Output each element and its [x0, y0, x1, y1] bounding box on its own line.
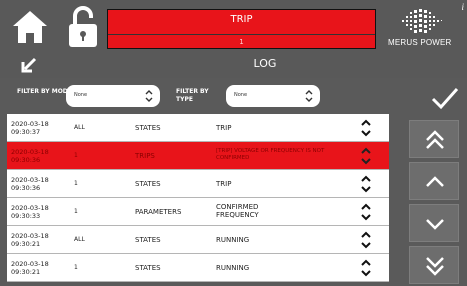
type-filter-select[interactable]: None	[226, 85, 320, 107]
page-title: LOG	[253, 57, 277, 70]
log-timestamp: 2020-03-18 09:30:33	[11, 204, 49, 220]
log-row[interactable]: 2020-03-18 09:30:37 ALL STATES TRIP	[7, 114, 389, 142]
merus-power-logo: i MERUS POWER	[388, 2, 466, 50]
home-button[interactable]	[10, 8, 50, 46]
log-message: RUNNING	[216, 264, 250, 272]
chevron-up-icon	[426, 176, 444, 187]
select-chevron-icon	[145, 90, 153, 102]
expand-arrows-icon[interactable]	[359, 201, 373, 223]
scroll-panel	[400, 114, 467, 286]
logo-text: MERUS POWER	[388, 38, 452, 47]
expand-arrows-icon[interactable]	[359, 229, 373, 251]
info-icon[interactable]: i	[461, 2, 464, 12]
log-category: STATES	[135, 180, 161, 188]
log-category: STATES	[135, 236, 161, 244]
scroll-top-button[interactable]	[409, 120, 459, 158]
log-message: [TRIP] VOLTAGE OR FREQUENCY IS NOT CONFI…	[216, 148, 325, 161]
page-header: LOG	[0, 52, 467, 78]
logo-mark-icon	[402, 9, 442, 33]
log-category: STATES	[135, 124, 161, 132]
filter-bar: FILTER BY MODULE None FILTER BY TYPE Non…	[0, 78, 467, 114]
home-icon	[13, 11, 47, 43]
log-row[interactable]: 2020-03-18 09:30:21 1 STATES RUNNING	[7, 254, 389, 282]
log-row[interactable]: 2020-03-18 09:30:33 1 PARAMETERS CONFIRME…	[7, 198, 389, 226]
log-message: RUNNING	[216, 236, 250, 244]
expand-arrows-icon[interactable]	[359, 257, 373, 279]
log-category: TRIPS	[135, 152, 155, 160]
double-chevron-down-icon	[426, 257, 444, 276]
log-table: 2020-03-18 09:30:37 ALL STATES TRIP 2020-…	[7, 114, 389, 286]
expand-arrows-icon[interactable]	[359, 145, 373, 167]
filter-type-label: FILTER BY TYPE	[176, 88, 209, 103]
log-row[interactable]: 2020-03-18 09:30:36 1 STATES TRIP	[7, 170, 389, 198]
expand-arrows-icon[interactable]	[359, 173, 373, 195]
unlock-icon	[69, 6, 97, 47]
top-bar: TRIP 1 i MERUS POWER	[0, 0, 467, 52]
log-timestamp: 2020-03-18 09:30:21	[11, 260, 49, 276]
log-timestamp: 2020-03-18 09:30:36	[11, 148, 49, 164]
log-category: STATES	[135, 264, 161, 272]
type-filter-value: None	[234, 92, 248, 98]
log-module: 1	[74, 264, 78, 271]
checkmark-icon	[431, 88, 459, 110]
scroll-down-button[interactable]	[409, 204, 459, 242]
log-timestamp: 2020-03-18 09:30:36	[11, 176, 49, 192]
log-row[interactable]: 2020-03-18 09:30:21 ALL STATES RUNNING	[7, 226, 389, 254]
log-module: 1	[74, 208, 78, 215]
trip-status-subtitle: 1	[108, 34, 375, 49]
confirm-button[interactable]	[430, 86, 460, 110]
trip-status-banner[interactable]: TRIP 1	[107, 9, 376, 49]
scroll-up-button[interactable]	[409, 162, 459, 200]
log-timestamp: 2020-03-18 09:30:37	[11, 120, 49, 136]
log-row[interactable]: 2020-03-18 09:30:36 1 TRIPS [TRIP] VOLTAG…	[7, 142, 389, 170]
select-chevron-icon	[305, 90, 313, 102]
lock-button[interactable]	[66, 5, 100, 49]
log-message: CONFIRMED FREQUENCY	[216, 203, 259, 219]
log-module: 1	[74, 152, 78, 159]
scroll-bottom-button[interactable]	[409, 246, 459, 284]
log-module: ALL	[74, 236, 85, 243]
log-message: TRIP	[216, 124, 232, 132]
module-filter-value: None	[74, 92, 88, 98]
module-filter-select[interactable]: None	[66, 85, 160, 107]
log-timestamp: 2020-03-18 09:30:21	[11, 232, 49, 248]
log-module: ALL	[74, 124, 85, 131]
log-message: TRIP	[216, 180, 232, 188]
log-category: PARAMETERS	[135, 208, 182, 216]
log-module: 1	[74, 180, 78, 187]
double-chevron-up-icon	[426, 130, 444, 149]
trip-status-title: TRIP	[230, 14, 253, 25]
chevron-down-icon	[426, 219, 444, 230]
expand-arrows-icon[interactable]	[359, 117, 373, 139]
